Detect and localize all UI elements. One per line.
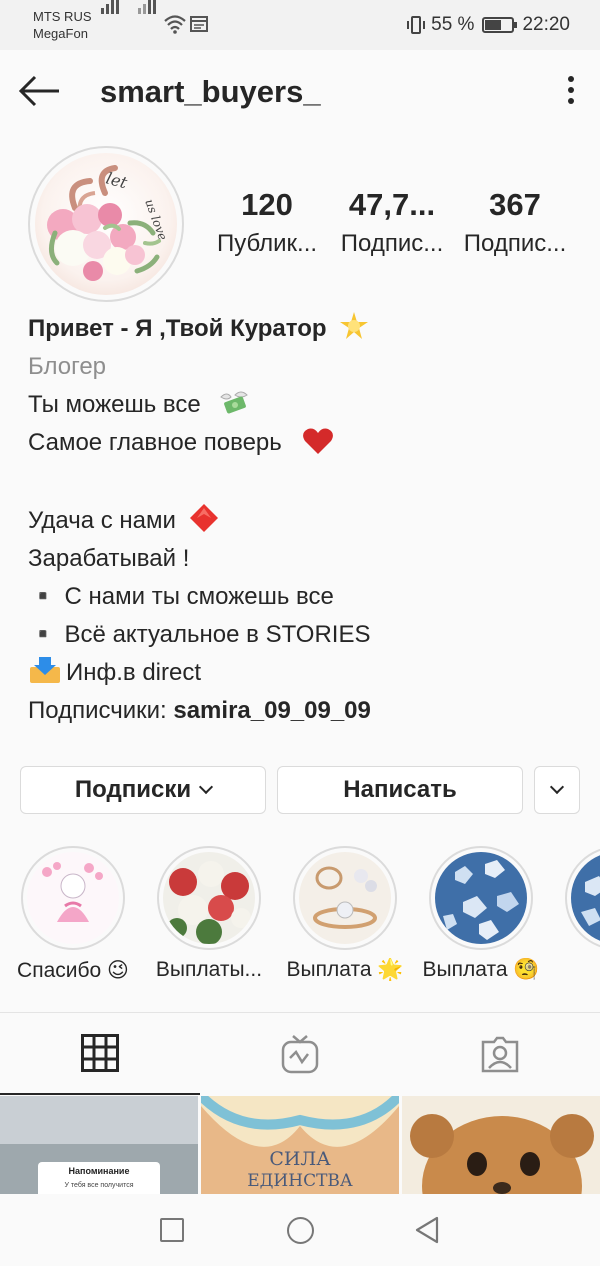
- bio-followers-row: Подписчики: samira_09_09_09: [28, 692, 588, 730]
- stat-following-value: 367: [489, 187, 541, 222]
- bio-line-6: ▪️ Всё актуальное в STORIES: [28, 621, 371, 648]
- profile-bio: Привет - Я ,Твой Куратор Блогер Ты можеш…: [28, 310, 588, 730]
- highlight-image: [435, 852, 527, 944]
- bio-line-2: Самое главное поверь: [28, 429, 282, 456]
- bio-line-7: Инф.в direct: [66, 659, 202, 686]
- bio-followers-prefix: Подписчики:: [28, 697, 174, 724]
- highlight-image: [163, 852, 255, 944]
- grid-post-title: Напоминание: [68, 1166, 130, 1176]
- bio-line-3: Удача с нами: [28, 507, 176, 534]
- stat-followers-label: Подпис...: [340, 230, 444, 257]
- chevron-down-icon: [549, 779, 565, 795]
- stat-posts-label: Публик...: [216, 230, 318, 257]
- stat-posts[interactable]: 120 Публик...: [208, 186, 326, 264]
- vibrate-icon: [407, 16, 426, 34]
- highlight-image: [27, 852, 119, 944]
- svg-text:let: let: [104, 169, 130, 193]
- highlight-caption: Выплата 🌟: [286, 958, 404, 981]
- home-icon[interactable]: [287, 1217, 314, 1244]
- highlight-caption: От: [544, 958, 600, 982]
- grid-post[interactable]: Напоминание У тебя все получится: [0, 1096, 198, 1196]
- bio-line-4: Зарабатывай !: [28, 545, 190, 572]
- profile-stats: 120 Публик... 47,7... Подпис... 367 Подп…: [206, 186, 586, 266]
- grid-post-text: У тебя все получится: [64, 1182, 134, 1189]
- carrier-1: MTS RUS: [33, 9, 92, 24]
- highlight-item[interactable]: Выплаты...: [156, 846, 262, 981]
- recents-icon[interactable]: [160, 1218, 184, 1242]
- highlight-image: [299, 852, 391, 944]
- bio-name: Привет - Я ,Твой Куратор: [28, 315, 327, 342]
- heart-emoji-icon: [303, 428, 334, 454]
- bio-line-3-row: Удача с нами: [28, 502, 588, 540]
- battery-icon: [482, 17, 518, 33]
- message-button[interactable]: Написать: [277, 766, 523, 814]
- battery-percent: 55 %: [431, 14, 475, 35]
- profile-username: smart_buyers_: [100, 74, 321, 109]
- grid-post[interactable]: СИЛА ЕДИНСТВА: [201, 1096, 399, 1196]
- highlight-caption: Выплаты...: [155, 958, 263, 981]
- tab-igtv[interactable]: [200, 1013, 400, 1095]
- highlight-item[interactable]: Выплата 🧐: [423, 846, 540, 981]
- chevron-down-icon: [199, 779, 214, 795]
- highlight-caption: Выплата 🧐: [422, 958, 540, 981]
- bio-line-5: ▪️ С нами ты сможешь все: [28, 583, 334, 610]
- highlight-caption: Спасибо 😉: [17, 959, 129, 982]
- stat-followers-value: 47,7...: [348, 187, 436, 222]
- tab-grid[interactable]: [0, 1013, 200, 1095]
- bio-line-1: Ты можешь все: [28, 391, 201, 418]
- bio-followers-user[interactable]: samira_09_09_09: [173, 697, 371, 724]
- clock: 22:20: [522, 14, 570, 35]
- grid-post-title: СИЛА: [269, 1148, 331, 1170]
- profile-avatar[interactable]: let us love: [28, 146, 184, 302]
- carrier-2: MegaFon: [33, 26, 88, 41]
- back-nav-icon[interactable]: [414, 1216, 440, 1244]
- notification-icon: [190, 16, 208, 32]
- stat-posts-value: 120: [241, 187, 293, 222]
- bio-line-7-row: Инф.в direct: [28, 654, 588, 692]
- carrier-labels: MTS RUS MegaFon: [33, 8, 92, 42]
- svg-text:us love: us love: [142, 197, 170, 242]
- bio-spacer: [28, 462, 588, 502]
- stat-following[interactable]: 367 Подпис...: [456, 186, 574, 264]
- status-right: 55 % 22:20: [405, 14, 570, 36]
- diamond-emoji-icon: [189, 504, 218, 532]
- bio-category: Блогер: [28, 353, 107, 380]
- igtv-icon: [281, 1035, 319, 1074]
- profile-header: smart_buyers_: [0, 50, 600, 134]
- bio-line-2-row: Самое главное поверь: [28, 424, 588, 462]
- highlight-item[interactable]: Спасибо 😉: [17, 846, 129, 982]
- star-emoji-icon: [340, 312, 369, 339]
- status-bar: MTS RUS MegaFon 55 % 22:20: [0, 0, 600, 50]
- profile-tabs: [0, 1012, 600, 1095]
- stat-following-label: Подпис...: [463, 230, 567, 257]
- tab-tagged[interactable]: [400, 1013, 600, 1095]
- story-highlights: Спасибо 😉 Выплаты... Выплата 🌟 Выплата 🧐: [0, 846, 600, 996]
- money-wings-emoji-icon: [220, 391, 249, 414]
- suggested-toggle-button[interactable]: [534, 766, 580, 814]
- posts-grid: Напоминание У тебя все получится СИЛА ЕД…: [0, 1096, 600, 1196]
- following-button[interactable]: Подписки: [20, 766, 266, 814]
- grid-post-text: ЕДИНСТВА: [247, 1171, 353, 1191]
- highlight-item[interactable]: Выплата 🌟: [287, 846, 404, 981]
- tagged-icon: [481, 1036, 519, 1073]
- bio-name-row: Привет - Я ,Твой Куратор: [28, 310, 588, 348]
- stat-followers[interactable]: 47,7... Подпис...: [333, 186, 451, 264]
- inbox-emoji-icon: [30, 657, 60, 683]
- avatar-image: let us love: [35, 153, 177, 295]
- wifi-icon: [164, 15, 186, 34]
- following-button-label: Подписки: [74, 776, 192, 803]
- grid-icon: [81, 1034, 119, 1072]
- grid-post[interactable]: [402, 1096, 600, 1196]
- arrow-left-icon[interactable]: [18, 74, 62, 108]
- more-vertical-icon[interactable]: [564, 76, 578, 108]
- highlight-item[interactable]: От: [564, 846, 600, 950]
- system-nav-bar: [0, 1194, 600, 1266]
- message-button-label: Написать: [343, 776, 457, 803]
- bio-line-1-row: Ты можешь все: [28, 386, 588, 424]
- highlight-image: [571, 852, 600, 944]
